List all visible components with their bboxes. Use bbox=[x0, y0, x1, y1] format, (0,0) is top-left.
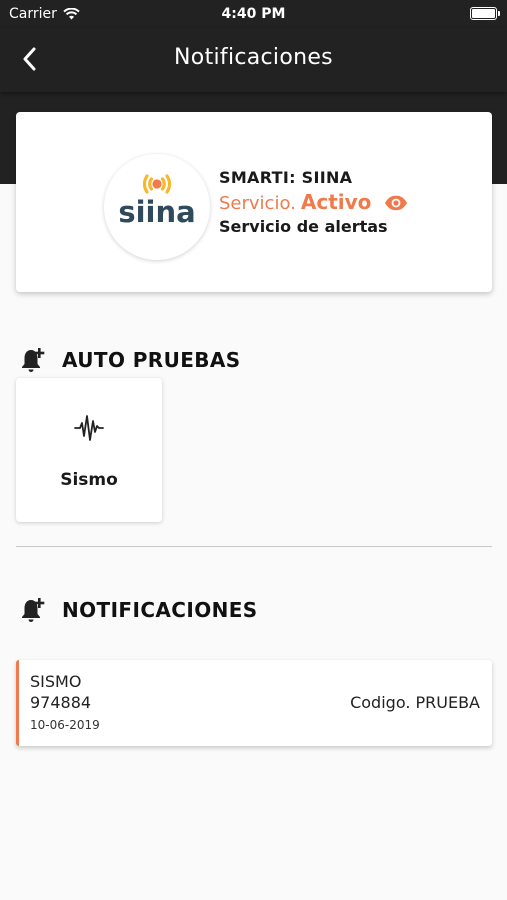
notifications-heading: NOTIFICACIONES bbox=[62, 598, 258, 622]
notification-code: Codigo. PRUEBA bbox=[350, 693, 480, 712]
service-info: SMARTI: SIINA Servicio. Activo Servicio … bbox=[219, 168, 408, 236]
add-alert-icon bbox=[22, 598, 45, 622]
auto-tests-header: AUTO PRUEBAS bbox=[20, 346, 241, 374]
seismic-wave-icon bbox=[74, 415, 104, 441]
notification-item[interactable]: SISMO 974884 10-06-2019 Codigo. PRUEBA bbox=[16, 660, 492, 746]
eye-icon[interactable] bbox=[384, 195, 408, 215]
service-status-value: Activo bbox=[300, 190, 372, 214]
service-name: SMARTI: SIINA bbox=[219, 168, 353, 187]
siina-logo: siina bbox=[104, 154, 210, 260]
notifications-header: NOTIFICACIONES bbox=[20, 596, 258, 624]
auto-tests-heading: AUTO PRUEBAS bbox=[62, 348, 241, 372]
service-status: Servicio. Activo bbox=[219, 190, 408, 214]
notification-date: 10-06-2019 bbox=[30, 718, 100, 732]
test-card-sismo[interactable]: Sismo bbox=[16, 378, 162, 522]
status-time: 4:40 PM bbox=[221, 6, 286, 22]
service-status-label: Servicio. bbox=[219, 193, 296, 214]
notification-id: 974884 bbox=[30, 693, 92, 712]
service-card: siina SMARTI: SIINA Servicio. Activo Ser… bbox=[16, 112, 492, 292]
test-card-label: Sismo bbox=[60, 470, 118, 490]
navigation-bar: Notificaciones bbox=[0, 28, 507, 92]
notification-type: SISMO bbox=[30, 672, 82, 691]
page-title: Notificaciones bbox=[174, 45, 333, 70]
service-description: Servicio de alertas bbox=[219, 217, 388, 236]
logo-text: siina bbox=[118, 195, 195, 229]
battery-icon bbox=[470, 7, 500, 20]
status-bar: Carrier 4:40 PM bbox=[0, 0, 507, 28]
add-alert-icon bbox=[22, 348, 45, 372]
section-divider bbox=[16, 546, 492, 547]
